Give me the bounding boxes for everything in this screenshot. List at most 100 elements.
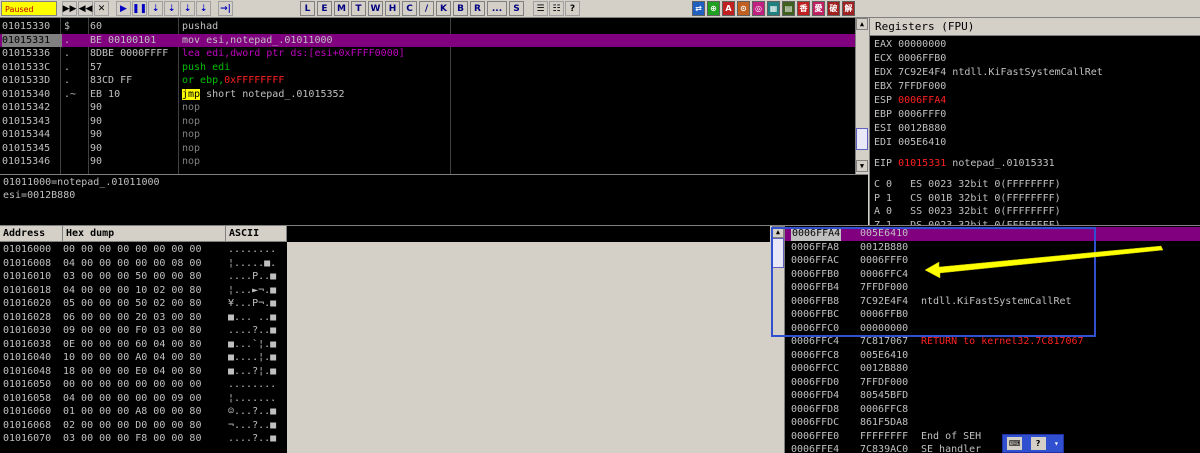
flag-segment-row[interactable]: A 0 SS 0023 32bit 0(FFFFFFFF) — [874, 205, 1061, 219]
register-ebx[interactable]: EBX 7FFDF000 — [874, 80, 946, 94]
disassembly-pane[interactable]: 01015330 $60 pushad 01015331. BE 00100101 mov… — [0, 18, 868, 174]
close-icon[interactable]: ✕ — [94, 1, 109, 16]
plugin-icon[interactable]: 破 — [827, 1, 840, 16]
disassembly-scrollbar[interactable]: ▲ ▼ — [855, 18, 868, 174]
disasm-row[interactable]: 0101533C. 57 push edi — [0, 61, 855, 75]
stack-row[interactable]: 0006FFCC 0012B880 — [771, 362, 1200, 376]
window-button-4[interactable]: W — [368, 1, 383, 16]
floating-toolbar[interactable]: ⌨ ? ▾ — [1002, 434, 1064, 453]
plugin-icon[interactable]: ⊙ — [737, 1, 750, 16]
dump-header-ascii[interactable]: ASCII — [226, 226, 287, 242]
plugin-icon[interactable]: ▦ — [767, 1, 780, 16]
disasm-row[interactable]: 01015346 90 nop — [0, 155, 855, 169]
disasm-row[interactable]: 01015331. BE 00100101 mov esi,notepad_.010… — [0, 33, 855, 47]
help-icon[interactable]: ? — [565, 1, 580, 16]
stack-row[interactable]: 0006FFB4 7FFDF000 — [771, 281, 1200, 295]
stack-row[interactable]: 0006FFA4 005E6410 — [771, 227, 1200, 241]
play-icon[interactable]: ▶ — [116, 1, 131, 16]
plugin-icon[interactable]: 愛 — [812, 1, 825, 16]
window-button-10[interactable]: R — [470, 1, 485, 16]
register-eip[interactable]: EIP 01015331 notepad_.01015331 — [874, 157, 1055, 171]
scroll-up-arrow-icon[interactable]: ▲ — [856, 18, 868, 30]
stack-row[interactable]: 0006FFB8 7C92E4F4 ntdll.KiFastSystemCallRe… — [771, 295, 1200, 309]
list-icon[interactable]: ☰ — [533, 1, 548, 16]
stack-row[interactable]: 0006FFE0 FFFFFFFF End of SEH — [771, 430, 1200, 444]
disasm-row[interactable]: 01015340 .~ EB 10 jmp short notepad_.010153… — [0, 88, 855, 102]
window-button-5[interactable]: H — [385, 1, 400, 16]
disasm-row[interactable]: 01015330 $60 pushad — [0, 20, 855, 34]
register-edx[interactable]: EDX 7C92E4F4 ntdll.KiFastSystemCallRet — [874, 66, 1103, 80]
disasm-row[interactable]: 01015343 90 nop — [0, 115, 855, 129]
register-value[interactable]: 01015331 — [898, 158, 946, 169]
disasm-row[interactable]: 0101533D. 83CD FF or ebp,0xFFFFFFFF — [0, 74, 855, 88]
register-esp[interactable]: ESP 0006FFA4 — [874, 94, 946, 108]
step-into-icon[interactable]: ⇣ — [148, 1, 163, 16]
register-value[interactable]: 005E6410 — [898, 137, 946, 148]
plugin-icon[interactable]: ⇄ — [692, 1, 705, 16]
scroll-up-arrow-icon[interactable]: ▲ — [772, 226, 784, 238]
run-icon[interactable]: ▶▶ — [62, 1, 77, 16]
hex-dump-pane[interactable]: Address Hex dump ASCII 01016000 00 00 00 … — [0, 226, 770, 453]
info-pane[interactable]: 01011000=notepad_.01011000 esi=0012B880 — [0, 175, 868, 225]
trace-into-icon[interactable]: ⇣ — [180, 1, 195, 16]
registers-pane[interactable]: Registers (FPU) EAX 00000000 ECX 0006FFB0… — [869, 18, 1200, 225]
flag-segment-row[interactable]: C 0 ES 0023 32bit 0(FFFFFFFF) — [874, 178, 1061, 192]
register-ebp[interactable]: EBP 0006FFF0 — [874, 108, 946, 122]
window-button-6[interactable]: C — [402, 1, 417, 16]
stack-row[interactable]: 0006FFD8 0006FFC8 — [771, 403, 1200, 417]
plugin-icon[interactable]: ▤ — [782, 1, 795, 16]
window-button-0[interactable]: L — [300, 1, 315, 16]
execute-till-return-icon[interactable]: →| — [218, 1, 233, 16]
window-button-8[interactable]: K — [436, 1, 451, 16]
scroll-thumb[interactable] — [856, 128, 868, 150]
dump-header-address[interactable]: Address — [0, 226, 63, 242]
disasm-row[interactable]: 01015345 90 nop — [0, 142, 855, 156]
register-value[interactable]: 7C92E4F4 — [898, 67, 946, 78]
window-button-12[interactable]: S — [509, 1, 524, 16]
window-button-1[interactable]: E — [317, 1, 332, 16]
stack-row[interactable]: 0006FFDC 861F5DA8 — [771, 416, 1200, 430]
window-button-2[interactable]: M — [334, 1, 349, 16]
plugin-icon[interactable]: 解 — [842, 1, 855, 16]
plugin-icon[interactable]: ⊕ — [707, 1, 720, 16]
step-over-icon[interactable]: ⇣ — [164, 1, 179, 16]
register-value[interactable]: 0012B880 — [898, 123, 946, 134]
register-value[interactable]: 0006FFB0 — [898, 53, 946, 64]
register-value[interactable]: 0006FFA4 — [898, 95, 946, 106]
help-icon[interactable]: ? — [1030, 437, 1046, 450]
dump-header-hex[interactable]: Hex dump — [63, 226, 226, 242]
disasm-row[interactable]: 01015342 90 nop — [0, 101, 855, 115]
plugin-icon[interactable]: ◎ — [752, 1, 765, 16]
rewind-icon[interactable]: ◀◀ — [78, 1, 93, 16]
plugin-icon[interactable]: A — [722, 1, 735, 16]
dropdown-arrow-icon[interactable]: ▾ — [1054, 439, 1059, 448]
register-value[interactable]: 00000000 — [898, 39, 946, 50]
keyboard-icon[interactable]: ⌨ — [1007, 437, 1023, 450]
window-button-7[interactable]: / — [419, 1, 434, 16]
register-esi[interactable]: ESI 0012B880 — [874, 122, 946, 136]
scroll-thumb[interactable] — [772, 238, 784, 268]
window-button-9[interactable]: B — [453, 1, 468, 16]
stack-row[interactable]: 0006FFBC 0006FFB0 — [771, 308, 1200, 322]
disasm-row[interactable]: 01015336. 8DBE 0000FFFF lea edi,dword ptr … — [0, 47, 855, 61]
grid-icon[interactable]: ☷ — [549, 1, 564, 16]
disasm-row[interactable]: 01015344 90 nop — [0, 128, 855, 142]
registers-title[interactable]: Registers (FPU) — [870, 18, 1200, 36]
register-edi[interactable]: EDI 005E6410 — [874, 136, 946, 150]
stack-row[interactable]: 0006FFD0 7FFDF000 — [771, 376, 1200, 390]
register-ecx[interactable]: ECX 0006FFB0 — [874, 52, 946, 66]
trace-over-icon[interactable]: ⇣ — [196, 1, 211, 16]
window-button-11[interactable]: ... — [487, 1, 507, 16]
register-value[interactable]: 7FFDF000 — [898, 81, 946, 92]
window-button-3[interactable]: T — [351, 1, 366, 16]
register-value[interactable]: 0006FFF0 — [898, 109, 946, 120]
stack-row[interactable]: 0006FFC8 005E6410 — [771, 349, 1200, 363]
pause-icon[interactable]: ❚❚ — [132, 1, 147, 16]
stack-row[interactable]: 0006FFC4 7C817067 RETURN to kernel32.7C817… — [771, 335, 1200, 349]
stack-row[interactable]: 0006FFC0 00000000 — [771, 322, 1200, 336]
plugin-icon[interactable]: 香 — [797, 1, 810, 16]
flag-segment-row[interactable]: P 1 CS 001B 32bit 0(FFFFFFFF) — [874, 192, 1061, 206]
stack-row[interactable]: 0006FFD4 80545BFD — [771, 389, 1200, 403]
scroll-down-arrow-icon[interactable]: ▼ — [856, 160, 868, 172]
stack-row[interactable]: 0006FFE4 7C839AC0 SE handler — [771, 443, 1200, 453]
